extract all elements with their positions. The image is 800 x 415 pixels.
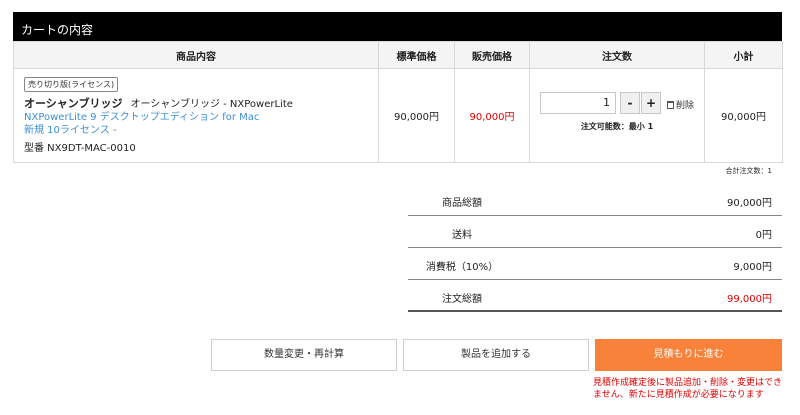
order-summary: 商品総額 90,000円 送料 0円 消費税（10%） 9,000円 注文総額 … (408, 184, 782, 312)
summary-row-tax: 消費税（10%） 9,000円 (408, 248, 782, 280)
quote-warning: 見積作成確定後に製品追加・削除・変更はできません、新たに見積作成が必要になります (593, 378, 783, 400)
quantity-cell: 1 - + 削除 注文可能数：最小 1 (529, 68, 705, 163)
column-header-standard-price: 標準価格 (378, 41, 455, 69)
product-maker: オーシャンブリッジ - NXPowerLite (130, 99, 293, 110)
license-badge: 売り切り版(ライセンス) (24, 77, 119, 92)
summary-label: 送料 (452, 230, 472, 241)
column-header-quantity: 注文数 (529, 41, 705, 69)
sale-price: 90,000円 (454, 68, 530, 163)
summary-value: 90,000円 (727, 198, 772, 209)
product-link-line1[interactable]: NXPowerLite 9 デスクトップエディション for Mac (24, 111, 368, 124)
quantity-plus-button[interactable]: + (641, 92, 661, 114)
recalculate-button[interactable]: 数量変更・再計算 (211, 339, 397, 371)
summary-row-shipping: 送料 0円 (408, 216, 782, 248)
summary-label: 消費税（10%） (425, 262, 499, 273)
product-model: 型番 NX9DT-MAC-0010 (24, 143, 136, 154)
delete-button[interactable]: 削除 (667, 98, 694, 111)
total-quantity: 合計注文数：1 (725, 167, 772, 175)
table-header-row: 商品内容 標準価格 販売価格 注文数 小計 (13, 41, 783, 69)
standard-price: 90,000円 (378, 68, 455, 163)
column-header-product: 商品内容 (13, 41, 379, 69)
column-header-subtotal: 小計 (704, 41, 783, 69)
quantity-minus-button[interactable]: - (620, 92, 640, 114)
summary-row-total: 注文総額 99,000円 (408, 280, 782, 312)
quantity-input[interactable]: 1 (540, 92, 616, 114)
product-brand: オーシャンブリッジ (24, 97, 123, 110)
subtotal: 90,000円 (704, 68, 783, 163)
product-link-line2[interactable]: 新規 10ライセンス - (24, 124, 368, 137)
summary-value: 9,000円 (733, 262, 772, 273)
product-cell: 売り切り版(ライセンス) オーシャンブリッジ オーシャンブリッジ - NXPowe… (13, 68, 379, 163)
summary-value: 0円 (755, 230, 772, 241)
quantity-note: 注文可能数：最小 1 (580, 122, 654, 131)
add-product-button[interactable]: 製品を追加する (403, 339, 589, 371)
summary-label: 商品総額 (442, 198, 482, 209)
trash-icon (667, 101, 674, 109)
proceed-quote-button[interactable]: 見積もりに進む (595, 339, 782, 371)
product-maker-line: オーシャンブリッジ オーシャンブリッジ - NXPowerLite (24, 95, 368, 111)
cart-title: カートの内容 (13, 12, 782, 41)
cart-table: 商品内容 標準価格 販売価格 注文数 小計 売り切り版(ライセンス) オーシャン… (13, 41, 783, 163)
table-row: 売り切り版(ライセンス) オーシャンブリッジ オーシャンブリッジ - NXPowe… (13, 68, 783, 163)
summary-total-value: 99,000円 (727, 294, 772, 305)
summary-row-products: 商品総額 90,000円 (408, 184, 782, 216)
summary-label: 注文総額 (442, 294, 482, 305)
column-header-sale-price: 販売価格 (454, 41, 530, 69)
delete-label: 削除 (676, 101, 695, 111)
